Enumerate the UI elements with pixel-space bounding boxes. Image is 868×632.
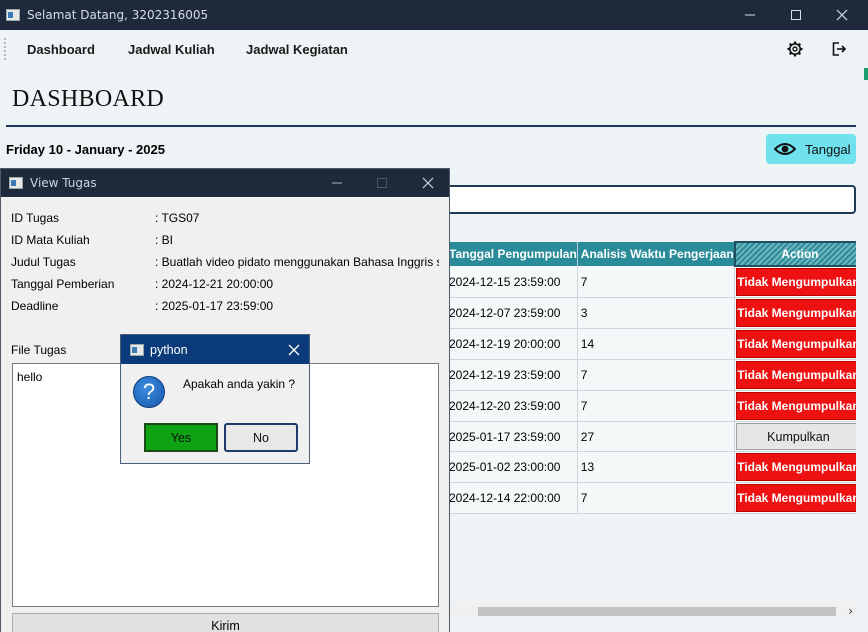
close-icon[interactable] (831, 4, 853, 26)
confirm-dialog: python ? Apakah anda yakin ? Yes No (120, 334, 310, 464)
status-badge-tidak-mengumpulkan[interactable]: Tidak Mengumpulkan (736, 299, 856, 327)
cell-analisis-waktu: 13 (577, 451, 736, 483)
logout-icon[interactable] (830, 40, 848, 58)
cell-action: Kumpulkan (734, 421, 856, 452)
cell-tanggal-pengumpulan: 2025-01-02 23:00:00 (446, 451, 578, 483)
table-row[interactable]: 2024-12-20 23:59:00 7 Tidak Mengumpulkan (446, 390, 856, 422)
status-badge-tidak-mengumpulkan[interactable]: Tidak Mengumpulkan (736, 361, 856, 389)
scrollbar-thumb[interactable] (478, 607, 836, 616)
yes-button[interactable]: Yes (144, 423, 218, 452)
col-tanggal-pengumpulan[interactable]: Tanggal Pengumpulan (446, 242, 578, 266)
search-input[interactable] (436, 185, 856, 214)
tanggal-button-label: Tanggal (805, 141, 851, 157)
table-row[interactable]: 2024-12-19 23:59:00 7 Tidak Mengumpulkan (446, 359, 856, 391)
field-value-deadline: : 2025-01-17 23:59:00 (155, 299, 274, 313)
table-row[interactable]: 2025-01-17 23:59:00 27 Kumpulkan (446, 421, 856, 452)
close-icon[interactable] (285, 341, 303, 359)
field-label-id-mata-kuliah: ID Mata Kuliah (11, 233, 90, 247)
table-row[interactable]: 2024-12-14 22:00:00 7 Tidak Mengumpulkan (446, 482, 856, 514)
nav-jadwal-kuliah[interactable]: Jadwal Kuliah (128, 42, 215, 57)
horizontal-scrollbar[interactable]: › (438, 603, 856, 619)
status-badge-tidak-mengumpulkan[interactable]: Tidak Mengumpulkan (736, 330, 856, 358)
maximize-icon (372, 173, 392, 193)
no-button[interactable]: No (224, 423, 298, 452)
cell-tanggal-pengumpulan: 2024-12-20 23:59:00 (446, 390, 578, 422)
question-icon: ? (133, 376, 165, 408)
field-label-tanggal-pemberian: Tanggal Pemberian (11, 277, 115, 291)
top-navigation: Dashboard Jadwal Kuliah Jadwal Kegiatan (0, 30, 868, 70)
edge-accent (864, 68, 868, 80)
field-value-judul-tugas: : Buatlah video pidato menggunakan Bahas… (155, 255, 439, 269)
cell-analisis-waktu: 7 (577, 482, 736, 514)
view-tugas-title: View Tugas (30, 176, 97, 190)
cell-analisis-waktu: 27 (577, 421, 736, 452)
tanggal-button[interactable]: Tanggal (766, 134, 856, 164)
table-row[interactable]: 2024-12-07 23:59:00 3 Tidak Mengumpulkan (446, 297, 856, 329)
cell-analisis-waktu: 7 (577, 266, 736, 298)
cell-action: Tidak Mengumpulkan (734, 328, 856, 360)
cell-analisis-waktu: 7 (577, 390, 736, 422)
table-row[interactable]: 2024-12-19 20:00:00 14 Tidak Mengumpulkan (446, 328, 856, 360)
nav-jadwal-kegiatan[interactable]: Jadwal Kegiatan (246, 42, 348, 57)
dialog-titlebar: python (121, 335, 309, 364)
dialog-title: python (150, 343, 188, 357)
field-value-tanggal-pemberian: : 2024-12-21 20:00:00 (155, 277, 274, 291)
table-row[interactable]: 2024-12-15 23:59:00 7 Tidak Mengumpulkan (446, 266, 856, 298)
eye-icon (774, 143, 796, 155)
minimize-icon[interactable] (327, 173, 347, 193)
field-label-deadline: Deadline (11, 299, 59, 313)
tugas-table: Tanggal Pengumpulan Analisis Waktu Penge… (438, 241, 856, 591)
status-badge-tidak-mengumpulkan[interactable]: Tidak Mengumpulkan (736, 484, 856, 512)
field-label-id-tugas: ID Tugas (11, 211, 60, 225)
table-row[interactable]: 2025-01-02 23:00:00 13 Tidak Mengumpulkan (446, 451, 856, 483)
col-action[interactable]: Action (733, 241, 856, 267)
maximize-icon[interactable] (785, 4, 807, 26)
toolbar-grip[interactable] (4, 38, 6, 60)
minimize-icon[interactable] (739, 4, 761, 26)
status-badge-tidak-mengumpulkan[interactable]: Tidak Mengumpulkan (736, 453, 856, 481)
cell-action: Tidak Mengumpulkan (734, 390, 856, 422)
cell-action: Tidak Mengumpulkan (734, 297, 856, 329)
cell-tanggal-pengumpulan: 2024-12-19 20:00:00 (446, 328, 578, 360)
status-badge-tidak-mengumpulkan[interactable]: Tidak Mengumpulkan (736, 268, 856, 296)
table-header-row: Tanggal Pengumpulan Analisis Waktu Penge… (446, 241, 856, 267)
cell-action: Tidak Mengumpulkan (734, 359, 856, 391)
cell-action: Tidak Mengumpulkan (734, 266, 856, 298)
cell-tanggal-pengumpulan: 2024-12-15 23:59:00 (446, 266, 578, 298)
col-analisis-waktu[interactable]: Analisis Waktu Pengerjaan (577, 242, 736, 266)
kumpulkan-button[interactable]: Kumpulkan (736, 423, 856, 450)
dialog-message: Apakah anda yakin ? (183, 377, 296, 391)
app-icon (9, 177, 23, 189)
window-title: Selamat Datang, 3202316005 (27, 8, 209, 22)
view-tugas-titlebar: View Tugas (1, 169, 449, 197)
scroll-right-icon[interactable]: › (848, 604, 853, 618)
cell-tanggal-pengumpulan: 2025-01-17 23:59:00 (446, 421, 578, 452)
status-badge-tidak-mengumpulkan[interactable]: Tidak Mengumpulkan (736, 392, 856, 420)
current-date: Friday 10 - January - 2025 (6, 142, 165, 157)
field-value-id-mata-kuliah: : BI (155, 233, 174, 247)
cell-analisis-waktu: 3 (577, 297, 736, 329)
nav-dashboard[interactable]: Dashboard (27, 42, 95, 57)
cell-tanggal-pengumpulan: 2024-12-19 23:59:00 (446, 359, 578, 391)
page-title: DASHBOARD (12, 86, 165, 112)
file-tugas-label: File Tugas (11, 343, 67, 357)
field-value-id-tugas: : TGS07 (155, 211, 200, 225)
title-divider (6, 125, 856, 127)
field-label-judul-tugas: Judul Tugas (11, 255, 76, 269)
cell-action: Tidak Mengumpulkan (734, 482, 856, 514)
gear-icon[interactable] (786, 40, 804, 58)
main-titlebar: Selamat Datang, 3202316005 (0, 0, 868, 30)
cell-tanggal-pengumpulan: 2024-12-14 22:00:00 (446, 482, 578, 514)
app-icon (6, 9, 20, 21)
cell-analisis-waktu: 7 (577, 359, 736, 391)
app-icon (130, 344, 144, 356)
kirim-button[interactable]: Kirim (12, 613, 439, 632)
cell-analisis-waktu: 14 (577, 328, 736, 360)
close-icon[interactable] (418, 173, 438, 193)
cell-tanggal-pengumpulan: 2024-12-07 23:59:00 (446, 297, 578, 329)
cell-action: Tidak Mengumpulkan (734, 451, 856, 483)
